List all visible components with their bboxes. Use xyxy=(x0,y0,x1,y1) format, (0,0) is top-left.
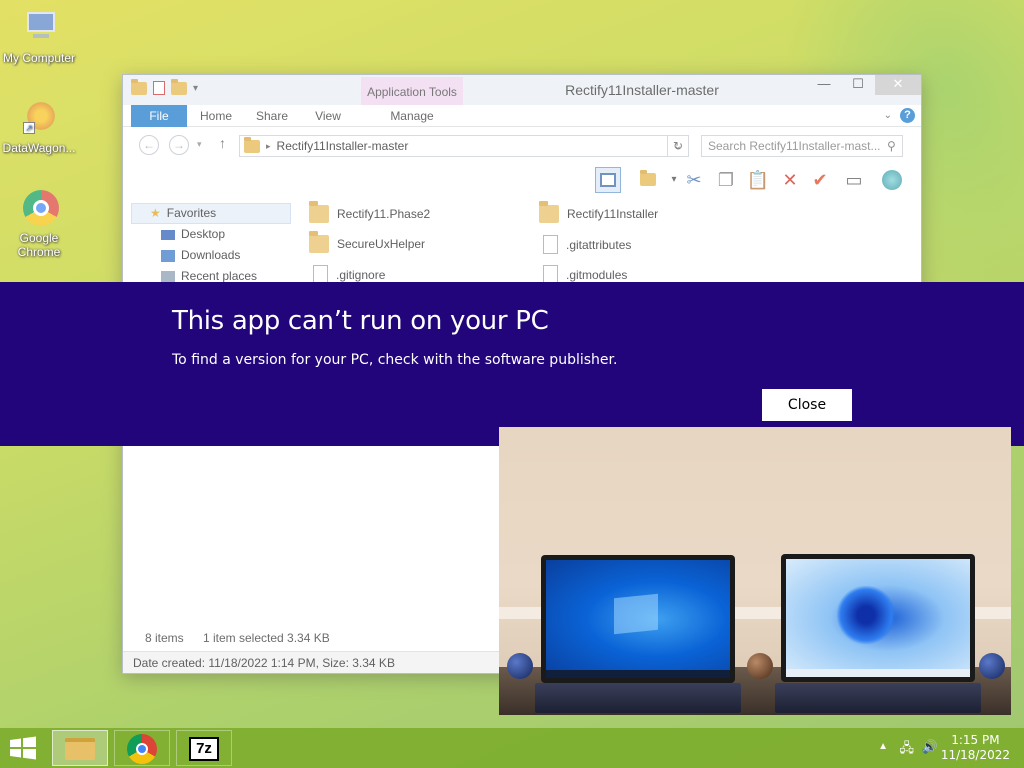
dialog-message: To find a version for your PC, check wit… xyxy=(172,352,618,368)
laptop-right-screen xyxy=(781,554,975,682)
clock-date: 11/18/2022 xyxy=(940,748,1010,762)
laptop-left-keyboard xyxy=(535,683,741,713)
taskbar-7zip[interactable]: 7z xyxy=(176,730,232,766)
taskbar: 7z ▲ 🖧 🔊 1:15 PM 11/18/2022 xyxy=(0,728,1024,768)
taskbar-file-explorer[interactable] xyxy=(52,730,108,766)
chrome-icon xyxy=(127,734,157,764)
billiard-ball xyxy=(747,653,773,679)
billiard-ball xyxy=(507,653,533,679)
close-button[interactable]: Close xyxy=(762,389,852,421)
windows-logo-icon xyxy=(10,736,36,760)
start-button[interactable] xyxy=(8,736,38,760)
volume-icon[interactable]: 🔊 xyxy=(922,739,938,755)
clock-time: 1:15 PM xyxy=(951,733,1000,747)
laptop-right-keyboard xyxy=(775,683,981,713)
file-explorer-icon xyxy=(65,738,95,760)
billiard-ball xyxy=(979,653,1005,679)
laptop-left-screen xyxy=(541,555,735,683)
network-icon[interactable]: 🖧 xyxy=(900,739,915,761)
taskbar-chrome[interactable] xyxy=(114,730,170,766)
app-cant-run-dialog: This app can’t run on your PC To find a … xyxy=(0,282,1024,446)
seven-zip-icon: 7z xyxy=(189,737,219,761)
show-hidden-icons-icon[interactable]: ▲ xyxy=(878,741,888,752)
clock[interactable]: 1:15 PM 11/18/2022 xyxy=(941,733,1010,763)
dialog-title: This app can’t run on your PC xyxy=(172,306,549,336)
laptops-photo xyxy=(499,427,1011,715)
